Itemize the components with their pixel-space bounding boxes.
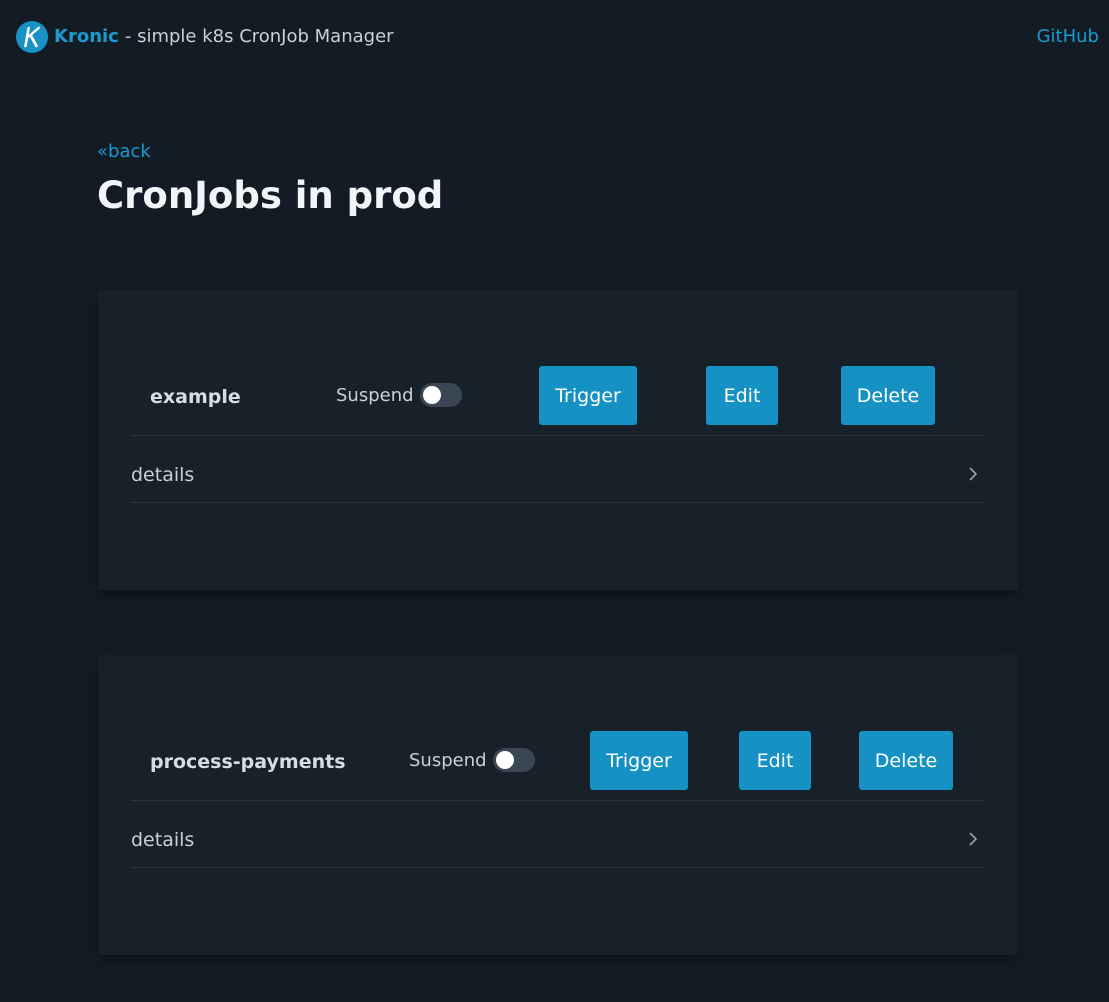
page-title: CronJobs in prod xyxy=(97,174,444,217)
suspend-toggle[interactable] xyxy=(492,748,535,772)
cronjob-card: example Suspend Trigger Edit Delete deta… xyxy=(98,290,1018,590)
divider xyxy=(131,502,984,503)
divider xyxy=(131,800,984,801)
kronic-logo-icon xyxy=(16,20,48,53)
details-disclosure[interactable]: details xyxy=(131,807,984,873)
chevron-right-icon xyxy=(968,463,978,487)
edit-button[interactable]: Edit xyxy=(739,731,811,790)
suspend-toggle[interactable] xyxy=(419,383,462,407)
trigger-button[interactable]: Trigger xyxy=(590,731,688,790)
toggle-knob xyxy=(422,386,441,404)
brand-subtitle: - simple k8s CronJob Manager xyxy=(124,26,394,47)
brand[interactable]: Kronic - simple k8s CronJob Manager xyxy=(16,20,394,53)
cronjob-card: process-payments Suspend Trigger Edit De… xyxy=(98,655,1018,955)
top-bar: Kronic - simple k8s CronJob Manager GitH… xyxy=(0,0,1109,72)
delete-button[interactable]: Delete xyxy=(841,366,935,425)
back-link[interactable]: «back xyxy=(97,141,151,162)
cronjob-name: process-payments xyxy=(150,751,346,773)
details-label: details xyxy=(131,829,195,851)
toggle-knob xyxy=(495,751,514,769)
suspend-label: Suspend xyxy=(409,749,487,771)
cronjob-name: example xyxy=(150,386,241,408)
trigger-button[interactable]: Trigger xyxy=(539,366,637,425)
chevron-right-icon xyxy=(968,828,978,852)
edit-button[interactable]: Edit xyxy=(706,366,778,425)
github-link[interactable]: GitHub xyxy=(1037,26,1099,47)
divider xyxy=(131,435,984,436)
delete-button[interactable]: Delete xyxy=(859,731,953,790)
suspend-control[interactable]: Suspend xyxy=(409,748,535,772)
divider xyxy=(131,867,984,868)
suspend-control[interactable]: Suspend xyxy=(336,383,462,407)
details-label: details xyxy=(131,464,195,486)
suspend-label: Suspend xyxy=(336,384,414,406)
details-disclosure[interactable]: details xyxy=(131,442,984,508)
brand-name[interactable]: Kronic xyxy=(54,26,119,47)
